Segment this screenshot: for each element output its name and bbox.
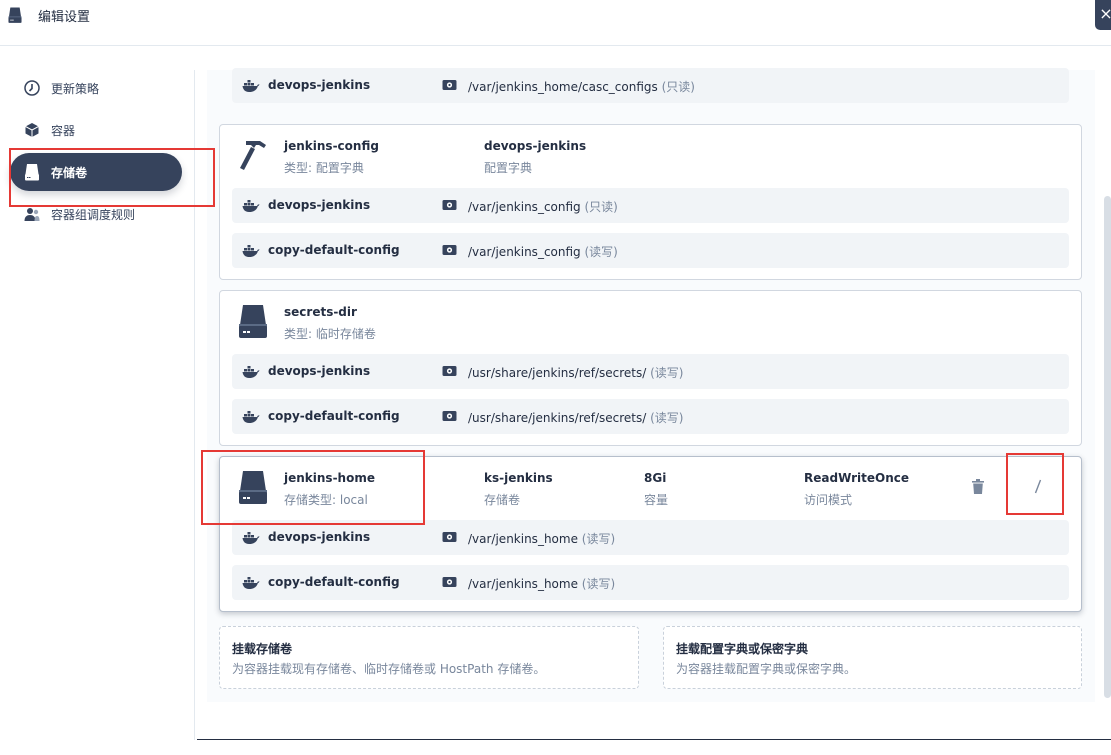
sidebar-item-pod-scheduling[interactable]: 容器组调度规则: [10, 195, 182, 233]
pod-scheduling-icon: [24, 208, 40, 221]
container-name: devops-jenkins: [268, 364, 371, 378]
mount-path-icon: [442, 78, 457, 92]
container-name: copy-default-config: [268, 575, 400, 589]
volume-name: jenkins-config: [284, 139, 379, 153]
volume-mount-row: devops-jenkins /usr/share/jenkins/ref/se…: [232, 354, 1069, 389]
mount-path-icon: [442, 575, 457, 589]
volume-icon: [238, 469, 268, 505]
mount-path: /usr/share/jenkins/ref/secrets/ (读写): [468, 366, 684, 380]
docker-container-icon: [242, 244, 260, 258]
volume-type: 存储类型: local: [284, 493, 368, 507]
dialog-header: 编辑设置: [0, 0, 1111, 46]
mount-path: /var/jenkins_config (只读): [468, 200, 618, 214]
edit-icon[interactable]: [1033, 479, 1043, 495]
mount-path-icon: [442, 364, 457, 378]
mount-path: /var/jenkins_home/casc_configs (只读): [468, 80, 695, 94]
sidebar-item-label: 更新策略: [51, 82, 100, 96]
volume-icon: [238, 303, 268, 339]
volume-type: 类型: 临时存储卷: [284, 327, 376, 341]
action-description: 为容器挂载现有存储卷、临时存储卷或 HostPath 存储卷。: [232, 662, 546, 676]
docker-container-icon: [242, 531, 260, 545]
volume-mount-row: devops-jenkins /var/jenkins_home/casc_co…: [232, 68, 1069, 103]
container-name: copy-default-config: [268, 243, 400, 257]
volume-type: 类型: 配置字典: [284, 161, 364, 175]
volume-mount-row: devops-jenkins /var/jenkins_home (读写): [232, 520, 1069, 555]
access-mode-value: ReadWriteOnce: [804, 471, 909, 485]
mount-path: /var/jenkins_home (读写): [468, 532, 616, 546]
mount-volume-button[interactable]: 挂载存储卷 为容器挂载现有存储卷、临时存储卷或 HostPath 存储卷。: [219, 626, 639, 689]
container-name: devops-jenkins: [268, 198, 371, 212]
action-title: 挂载配置字典或保密字典: [676, 642, 809, 656]
sidebar-item-label: 容器: [51, 124, 76, 138]
trash-icon[interactable]: [972, 479, 984, 494]
mount-path-icon: [442, 409, 457, 423]
volume-mount-row: devops-jenkins /var/jenkins_config (只读): [232, 188, 1069, 223]
configmap-label: 配置字典: [484, 161, 533, 175]
sidebar: 更新策略 容器 存储卷 容器组调度规则: [0, 46, 195, 755]
volume-mount-row: copy-default-config /var/jenkins_home (读…: [232, 565, 1069, 600]
action-description: 为容器挂载配置字典或保密字典。: [676, 662, 857, 676]
docker-container-icon: [242, 365, 260, 379]
volume-mount-row: copy-default-config /usr/share/jenkins/r…: [232, 399, 1069, 434]
volume-mount-row: copy-default-config /var/jenkins_config …: [232, 233, 1069, 268]
docker-container-icon: [242, 410, 260, 424]
sidebar-item-update-strategy[interactable]: 更新策略: [10, 69, 182, 107]
volume-name: jenkins-home: [284, 471, 375, 485]
access-mode-label: 访问模式: [804, 493, 853, 507]
capacity-label: 容量: [644, 493, 669, 507]
mount-path: /var/jenkins_home (读写): [468, 577, 616, 591]
scrollbar[interactable]: [1104, 196, 1111, 698]
content-divider: [194, 70, 195, 740]
dialog-title: 编辑设置: [38, 10, 91, 25]
container-name: devops-jenkins: [268, 78, 371, 92]
footer-divider: [197, 739, 1111, 740]
mount-path: /usr/share/jenkins/ref/secrets/ (读写): [468, 411, 684, 425]
mount-path-icon: [442, 530, 457, 544]
pvc-name: ks-jenkins: [484, 471, 553, 485]
mount-path-icon: [442, 198, 457, 212]
volume-icon: [25, 164, 39, 181]
capacity-value: 8Gi: [644, 471, 667, 485]
hammer-icon: [240, 141, 266, 170]
container-icon: [25, 123, 39, 137]
update-strategy-icon: [24, 80, 40, 96]
mount-path: /var/jenkins_config (读写): [468, 245, 618, 259]
mount-configmap-secret-button[interactable]: 挂载配置字典或保密字典 为容器挂载配置字典或保密字典。: [663, 626, 1082, 689]
pvc-label: 存储卷: [484, 493, 521, 507]
docker-container-icon: [242, 199, 260, 213]
close-icon: ×: [1099, 4, 1111, 23]
action-title: 挂载存储卷: [232, 642, 293, 656]
container-name: devops-jenkins: [268, 530, 371, 544]
configmap-name: devops-jenkins: [484, 139, 587, 153]
volume-icon: [8, 6, 22, 24]
docker-container-icon: [242, 79, 260, 93]
container-name: copy-default-config: [268, 409, 400, 423]
sidebar-item-volumes[interactable]: 存储卷: [10, 153, 182, 191]
mount-path-icon: [442, 243, 457, 257]
docker-container-icon: [242, 576, 260, 590]
sidebar-item-label: 存储卷: [51, 166, 88, 180]
volume-name: secrets-dir: [284, 305, 357, 319]
sidebar-item-containers[interactable]: 容器: [10, 111, 182, 149]
sidebar-item-label: 容器组调度规则: [51, 208, 136, 222]
close-button[interactable]: ×: [1095, 0, 1111, 30]
